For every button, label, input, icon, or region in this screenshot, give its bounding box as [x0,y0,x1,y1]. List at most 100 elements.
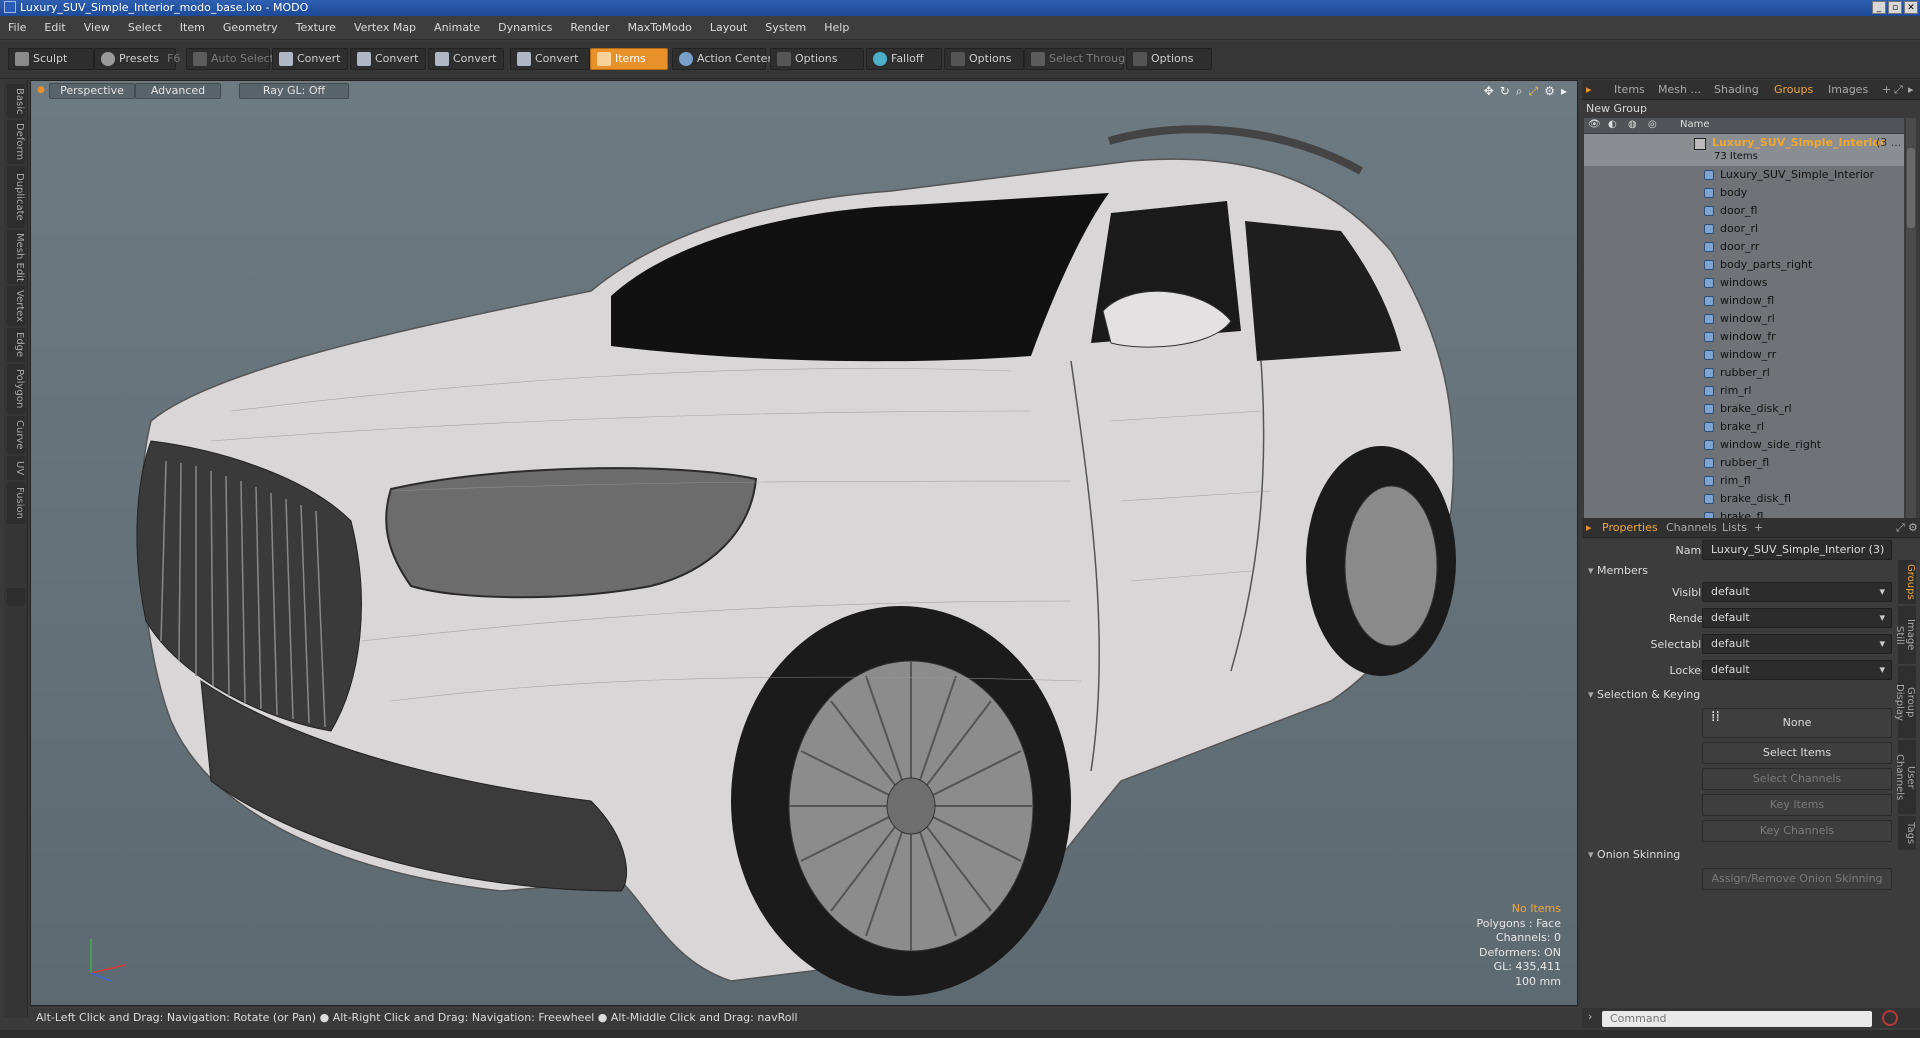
group-root-row[interactable]: Luxury_SUV_Simple_Interior (3 ... 73 Ite… [1584,134,1904,166]
tab-curve[interactable]: Curve [7,416,25,454]
group-member-row[interactable]: brake_rl [1584,418,1904,436]
presets-button[interactable]: Presets F6 [94,48,180,70]
vtab-tags[interactable]: Tags [1898,816,1916,850]
tab-basic[interactable]: Basic [7,84,25,118]
command-input[interactable]: Command [1602,1011,1872,1027]
group-member-row[interactable]: window_rr [1584,346,1904,364]
sculpt-button[interactable]: Sculpt [8,48,94,70]
tab-images[interactable]: Images [1828,83,1868,96]
menu-edit[interactable]: Edit [44,21,65,34]
group-member-row[interactable]: door_rr [1584,238,1904,256]
panel-menu-icon[interactable]: ▸ [1586,83,1592,96]
panel-expand-icon[interactable]: ⤢ [1894,83,1903,97]
props-menu-icon[interactable]: ▸ [1586,521,1592,534]
tab-groups[interactable]: Groups [1774,83,1813,96]
tab-mesh-edit[interactable]: Mesh Edit [7,230,25,284]
convert-vertex-button[interactable]: Convert [272,48,348,70]
group-member-row[interactable]: body [1584,184,1904,202]
convert-polygon-button[interactable]: Convert [428,48,504,70]
group-member-row[interactable]: door_fl [1584,202,1904,220]
tab-vertex[interactable]: Vertex [7,286,25,326]
tab-uv[interactable]: UV [7,456,25,480]
viewport-expand-icon[interactable]: ▸ [1561,84,1567,99]
tab-add-props[interactable]: + [1754,521,1763,534]
tab-duplicate[interactable]: Duplicate [7,166,25,228]
tab-fusion[interactable]: Fusion [7,482,25,524]
panel-more-icon[interactable]: ▸ [1908,83,1914,96]
menu-animate[interactable]: Animate [434,21,480,34]
group-member-row[interactable]: brake_disk_fl [1584,490,1904,508]
menu-select[interactable]: Select [128,21,162,34]
onion-skinning-section[interactable]: Onion Skinning [1588,848,1680,861]
group-member-row[interactable]: windows [1584,274,1904,292]
vtab-group-display[interactable]: Group Display [1894,666,1916,738]
props-settings-icon[interactable]: ⚙ [1908,521,1918,534]
group-member-row[interactable]: body_parts_right [1584,256,1904,274]
tab-add[interactable]: + [1882,83,1891,96]
action-center-button[interactable]: Action Center [672,48,772,70]
vtab-user-channels[interactable]: User Channels [1894,740,1916,814]
tab-items[interactable]: Items [1614,83,1645,96]
menu-layout[interactable]: Layout [710,21,747,34]
vtab-groups[interactable]: Groups [1898,560,1916,604]
perspective-button[interactable]: Perspective [49,83,135,99]
selectable-dropdown[interactable]: default [1702,634,1892,654]
menu-item[interactable]: Item [180,21,205,34]
group-member-row[interactable]: door_rl [1584,220,1904,238]
falloff-button[interactable]: Falloff [866,48,942,70]
group-member-row[interactable]: rubber_fl [1584,454,1904,472]
tab-properties[interactable]: Properties [1602,521,1658,534]
visibility-column-icon[interactable]: 👁 [1588,119,1601,130]
groups-scrollbar[interactable] [1906,118,1916,532]
menu-render[interactable]: Render [570,21,609,34]
tab-polygon[interactable]: Polygon [7,364,25,414]
menu-help[interactable]: Help [824,21,849,34]
new-group-button[interactable]: New Group [1582,100,1920,118]
select-items-button[interactable]: Select Items [1702,742,1892,764]
group-name-field[interactable]: Luxury_SUV_Simple_Interior (3) [1702,540,1892,560]
viewport-menu-icon[interactable]: ● [37,85,45,95]
3d-viewport[interactable]: ● Perspective Advanced Ray GL: Off ✥ ↻ ⌕… [30,80,1578,1006]
action-center-options-button[interactable]: Options [770,48,864,70]
menu-system[interactable]: System [765,21,806,34]
key-items-button[interactable]: Key Items [1702,794,1892,816]
rotate-view-icon[interactable]: ↻ [1500,84,1510,99]
falloff-options-button[interactable]: Options [944,48,1024,70]
lock-column-icon[interactable]: ◍ [1628,119,1637,130]
menu-dynamics[interactable]: Dynamics [498,21,552,34]
raygl-button[interactable]: Ray GL: Off [239,83,349,99]
menu-texture[interactable]: Texture [296,21,336,34]
menu-vertex-map[interactable]: Vertex Map [354,21,416,34]
group-member-row[interactable]: brake_disk_rl [1584,400,1904,418]
auto-select-button[interactable]: Auto Select [186,48,274,70]
items-mode-button[interactable]: Items [590,48,668,70]
tab-deform[interactable]: Deform [7,120,25,164]
group-member-row[interactable]: window_rl [1584,310,1904,328]
tab-shading[interactable]: Shading [1714,83,1759,96]
record-icon[interactable] [1882,1010,1898,1026]
menu-file[interactable]: File [8,21,26,34]
props-expand-icon[interactable]: ⤢ [1896,521,1905,535]
group-member-row[interactable]: Luxury_SUV_Simple_Interior [1584,166,1904,184]
group-member-row[interactable]: rim_rl [1584,382,1904,400]
menu-geometry[interactable]: Geometry [223,21,278,34]
maximize-view-icon[interactable]: ⤢ [1529,84,1539,99]
group-member-row[interactable]: rim_fl [1584,472,1904,490]
select-through-button[interactable]: Select Through [1024,48,1132,70]
selection-keying-section[interactable]: Selection & Keying [1588,688,1700,701]
zoom-view-icon[interactable]: ⌕ [1516,84,1523,99]
render-dropdown[interactable]: default [1702,608,1892,628]
advanced-button[interactable]: Advanced [135,83,221,99]
group-member-row[interactable]: rubber_rl [1584,364,1904,382]
key-channels-button[interactable]: Key Channels [1702,820,1892,842]
scrollbar-thumb[interactable] [1907,148,1915,228]
locked-dropdown[interactable]: default [1702,660,1892,680]
visible-dropdown[interactable]: default [1702,582,1892,602]
tab-lists[interactable]: Lists [1722,521,1747,534]
select-channels-button[interactable]: Select Channels [1702,768,1892,790]
move-view-icon[interactable]: ✥ [1484,84,1494,99]
group-member-row[interactable]: window_fl [1584,292,1904,310]
group-member-row[interactable]: window_fr [1584,328,1904,346]
members-section[interactable]: Members [1588,564,1648,577]
tab-channels[interactable]: Channels [1666,521,1717,534]
